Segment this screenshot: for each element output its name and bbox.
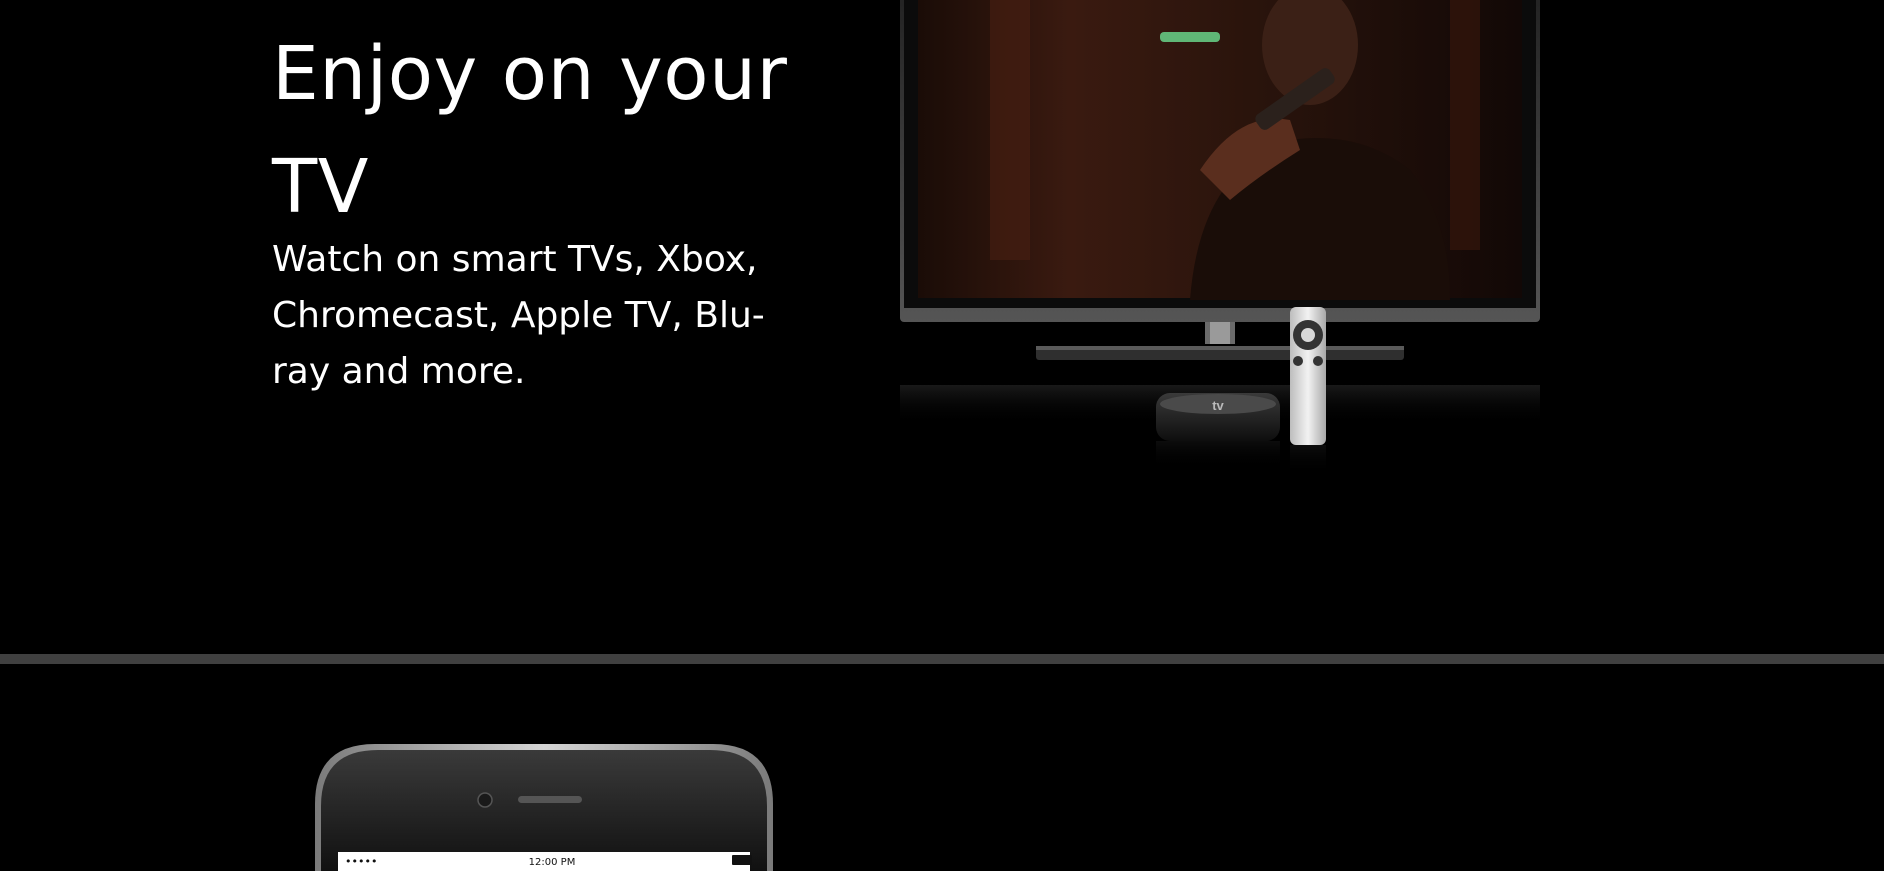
apple-tv-label: tv — [1212, 398, 1224, 413]
phone-illustration: ••••• 12:00 PM — [300, 744, 800, 871]
earpiece-speaker — [518, 796, 582, 803]
tv-feature-subtitle: Watch on smart TVs, Xbox, Chromecast, Ap… — [272, 239, 765, 392]
phone-image: ••••• 12:00 PM — [315, 744, 773, 871]
tv-feature-section: Enjoy on your TV Watch on smart TVs, Xbo… — [0, 0, 1884, 654]
battery-icon — [732, 855, 752, 865]
phone-signal: ••••• — [345, 855, 377, 868]
apple-tv-box: tv — [1156, 393, 1280, 469]
section-divider — [0, 654, 1884, 664]
mobile-feature-section: ••••• 12:00 PM — [0, 664, 1884, 871]
apple-remote — [1290, 307, 1326, 475]
front-camera — [477, 792, 493, 808]
page: Enjoy on your TV Watch on smart TVs, Xbo… — [0, 0, 1884, 871]
tv-image: tv — [900, 0, 1540, 475]
tv-illustration: tv — [890, 0, 1550, 480]
phone-status-time: 12:00 PM — [529, 857, 576, 868]
tv-feature-title: Enjoy on your TV — [272, 31, 788, 230]
